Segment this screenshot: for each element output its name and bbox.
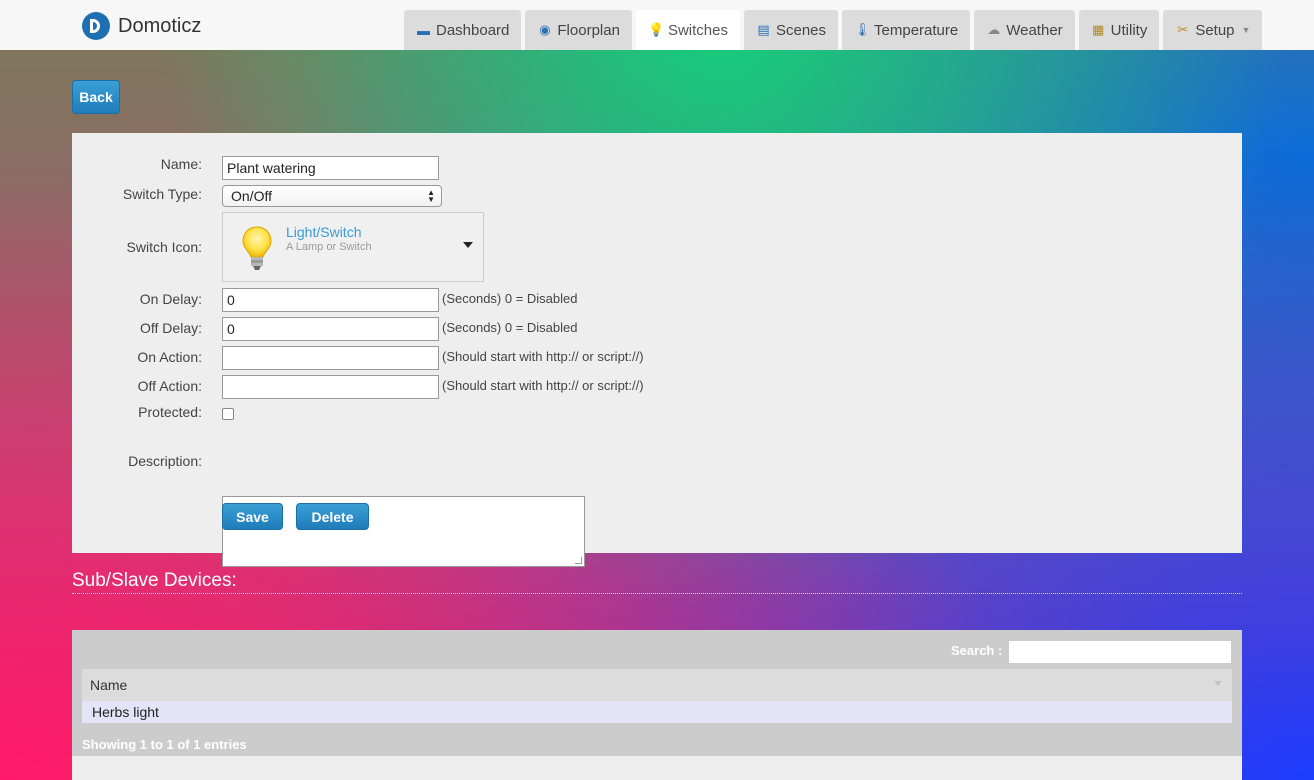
- on-delay-row: On Delay:: [72, 291, 202, 307]
- switch-icon-row: Switch Icon:: [72, 239, 202, 255]
- off-action-input[interactable]: [222, 375, 439, 399]
- table-info: Showing 1 to 1 of 1 entries: [82, 737, 247, 752]
- off-action-hint: (Should start with http:// or script://): [442, 378, 644, 393]
- off-delay-input[interactable]: [222, 317, 439, 341]
- lightbulb-icon: 💡: [647, 22, 665, 37]
- off-action-row: Off Action:: [72, 378, 202, 394]
- tab-dashboard[interactable]: ▬ Dashboard: [404, 10, 522, 50]
- tab-label: Dashboard: [436, 21, 510, 39]
- table-footer: [72, 756, 1242, 780]
- tab-setup[interactable]: ✂ Setup ▼: [1163, 10, 1263, 50]
- tab-switches[interactable]: 💡 Switches: [635, 10, 740, 50]
- on-delay-hint: (Seconds) 0 = Disabled: [442, 291, 578, 306]
- off-delay-hint: (Seconds) 0 = Disabled: [442, 320, 578, 335]
- tab-utility[interactable]: ▦ Utility: [1078, 10, 1160, 50]
- table-row[interactable]: Herbs light: [82, 701, 1232, 723]
- delete-button[interactable]: Delete: [296, 503, 369, 530]
- back-button[interactable]: Back: [72, 80, 120, 114]
- thermometer-icon: 🌡: [854, 22, 871, 37]
- switch-type-label: Switch Type:: [122, 186, 202, 202]
- switch-icon-dropdown[interactable]: Light/Switch A Lamp or Switch: [222, 212, 484, 282]
- sub-devices-title: Sub/Slave Devices:: [72, 570, 1242, 594]
- switch-edit-panel: Name: Switch Type: On/Off ▲▼ Switch Icon…: [72, 133, 1242, 567]
- top-navbar: Domoticz ▬ Dashboard ◉ Floorplan 💡 Switc…: [0, 0, 1314, 50]
- on-action-label: On Action:: [137, 349, 202, 365]
- search-input[interactable]: [1009, 641, 1231, 663]
- table-header[interactable]: Name: [82, 669, 1232, 701]
- main-tabs: ▬ Dashboard ◉ Floorplan 💡 Switches ▤ Sce…: [404, 10, 1263, 50]
- tab-floorplan[interactable]: ◉ Floorplan: [525, 10, 632, 50]
- protected-row: Protected:: [72, 404, 202, 420]
- name-label: Name:: [160, 156, 202, 172]
- clapperboard-icon: ▤: [757, 22, 770, 37]
- tab-label: Setup: [1195, 21, 1235, 39]
- switch-icon-title: Light/Switch: [286, 224, 362, 240]
- tab-label: Temperature: [874, 21, 959, 39]
- name-row: Name:: [72, 156, 202, 172]
- floorplan-icon: ◉: [539, 22, 551, 37]
- tab-temperature[interactable]: 🌡 Temperature: [842, 10, 971, 50]
- tab-label: Weather: [1006, 21, 1063, 39]
- tab-weather[interactable]: ☁ Weather: [974, 10, 1075, 50]
- table-cell-name: Herbs light: [92, 704, 159, 720]
- protected-label: Protected:: [138, 404, 202, 420]
- off-delay-row: Off Delay:: [72, 320, 202, 336]
- protected-checkbox[interactable]: [222, 408, 234, 420]
- tab-label: Utility: [1110, 21, 1148, 39]
- switch-icon-desc: A Lamp or Switch: [286, 241, 372, 253]
- search-label: Search :: [951, 643, 1003, 658]
- description-row: Description:: [72, 453, 202, 469]
- brand[interactable]: Domoticz: [82, 12, 201, 40]
- dashboard-icon: ▬: [417, 22, 430, 38]
- on-action-row: On Action:: [72, 349, 202, 365]
- on-action-hint: (Should start with http:// or script://): [442, 349, 644, 364]
- lightbulb-icon: [242, 226, 272, 270]
- utility-icon: ▦: [1092, 22, 1105, 37]
- select-arrows-icon: ▲ ▼: [427, 188, 435, 204]
- on-delay-label: On Delay:: [139, 291, 202, 307]
- on-delay-input[interactable]: [222, 288, 439, 312]
- sort-icon: [1214, 681, 1222, 686]
- switch-icon-label: Switch Icon:: [126, 239, 202, 255]
- switch-type-value: On/Off: [231, 188, 272, 204]
- switch-type-row: Switch Type:: [72, 186, 202, 202]
- name-input[interactable]: [222, 156, 439, 180]
- brand-name: Domoticz: [118, 14, 202, 37]
- tab-label: Scenes: [775, 21, 827, 39]
- domoticz-logo-icon: [82, 12, 110, 40]
- tab-label: Switches: [667, 21, 728, 39]
- tab-scenes[interactable]: ▤ Scenes: [743, 10, 839, 50]
- column-header-name: Name: [90, 677, 128, 693]
- sub-devices-table-panel: Search : Name Herbs light Showing 1 to 1…: [72, 630, 1242, 780]
- description-label: Description:: [128, 453, 202, 469]
- switch-type-select[interactable]: On/Off ▲ ▼: [222, 185, 442, 207]
- tools-icon: ✂: [1177, 22, 1189, 37]
- off-delay-label: Off Delay:: [140, 320, 202, 336]
- cloud-rain-icon: ☁: [987, 22, 1001, 37]
- save-button[interactable]: Save: [222, 503, 283, 530]
- chevron-down-icon: ▼: [1241, 25, 1251, 35]
- tab-label: Floorplan: [557, 21, 620, 39]
- caret-down-icon: [463, 242, 473, 248]
- off-action-label: Off Action:: [137, 378, 202, 394]
- on-action-input[interactable]: [222, 346, 439, 370]
